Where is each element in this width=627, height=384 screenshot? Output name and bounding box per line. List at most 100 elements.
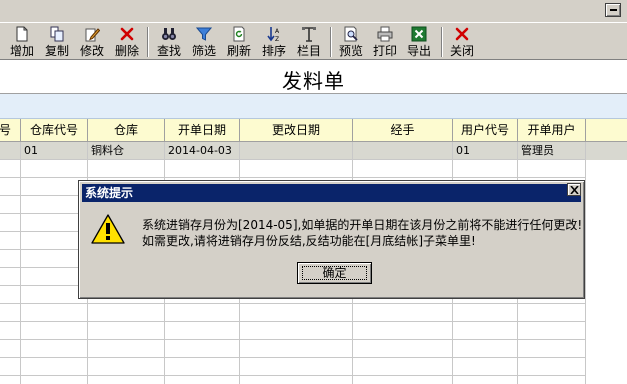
dialog-message: 系统进销存月份为[2014-05],如单据的开单日期在该月份之前将不能进行任何更… [142, 217, 582, 249]
table-cell [353, 160, 453, 178]
warning-icon [91, 214, 125, 244]
close-icon [570, 186, 579, 194]
table-cell [518, 376, 586, 384]
column-header[interactable]: 仓库代号 [21, 119, 88, 142]
column-header[interactable]: 经手 [353, 119, 453, 142]
table-cell [0, 142, 21, 160]
table-cell [0, 340, 21, 358]
page-title-bar: 发料单 [0, 60, 627, 94]
column-header[interactable]: 更改日期 [240, 119, 353, 142]
excel-export-icon [411, 26, 427, 42]
table-cell [21, 160, 88, 178]
columns-icon [302, 27, 316, 42]
table-cell [165, 160, 240, 178]
table-row[interactable] [0, 358, 627, 376]
table-cell [21, 304, 88, 322]
column-header[interactable]: 开单用户 [518, 119, 586, 142]
table-cell [240, 376, 353, 384]
preview-button[interactable]: 预览 [335, 24, 367, 60]
sort-icon: AZ [267, 27, 280, 42]
toolbar-separator [441, 27, 443, 57]
delete-button[interactable]: 删除 [111, 24, 143, 60]
table-cell [21, 358, 88, 376]
columns-label: 栏目 [296, 44, 321, 58]
table-row[interactable]: 01 铜料仓 2014-04-03 01 管理员 [0, 142, 627, 160]
table-cell [518, 304, 586, 322]
table-row[interactable] [0, 340, 627, 358]
table-cell [21, 322, 88, 340]
table-cell [353, 340, 453, 358]
refresh-icon [233, 26, 245, 42]
toolbar: 增加 复制 修改 删除 查找 筛选 刷新 AZ 排序 栏目 预览 打印 导出 关… [0, 22, 627, 60]
print-icon [377, 26, 393, 42]
table-cell [453, 358, 518, 376]
table-cell: 01 [21, 142, 88, 160]
info-strip [0, 94, 627, 119]
binoculars-icon [162, 28, 176, 40]
filter-icon [196, 27, 212, 41]
delete-x-icon [120, 27, 134, 41]
table-cell [165, 376, 240, 384]
edit-button[interactable]: 修改 [76, 24, 108, 60]
dialog-close-button[interactable] [567, 183, 581, 196]
columns-button[interactable]: 栏目 [293, 24, 325, 60]
table-cell [353, 142, 453, 160]
table-cell [353, 322, 453, 340]
sort-label: 排序 [261, 44, 286, 58]
dialog-title: 系统提示 [82, 184, 581, 202]
table-cell [518, 160, 586, 178]
toolbar-separator [330, 27, 332, 57]
table-row[interactable] [0, 304, 627, 322]
column-header[interactable]: 开单日期 [165, 119, 240, 142]
table-cell [0, 178, 21, 196]
table-cell: 2014-04-03 [165, 142, 240, 160]
table-cell [165, 322, 240, 340]
table-row[interactable] [0, 160, 627, 178]
table-cell [453, 340, 518, 358]
filter-label: 筛选 [191, 44, 216, 58]
table-cell [0, 160, 21, 178]
column-header[interactable]: 用户代号 [453, 119, 518, 142]
print-button[interactable]: 打印 [369, 24, 401, 60]
table-cell [0, 304, 21, 322]
filter-button[interactable]: 筛选 [188, 24, 220, 60]
find-button[interactable]: 查找 [153, 24, 185, 60]
close-button[interactable]: 关闭 [446, 24, 478, 60]
table-cell [0, 322, 21, 340]
preview-icon [344, 26, 358, 42]
toolbar-separator [147, 27, 149, 57]
table-cell: 管理员 [518, 142, 586, 160]
table-cell [240, 340, 353, 358]
edit-icon [85, 28, 100, 42]
column-header[interactable]: 仓库 [88, 119, 165, 142]
table-cell [88, 322, 165, 340]
table-cell [453, 322, 518, 340]
sort-button[interactable]: AZ 排序 [258, 24, 290, 60]
table-cell [240, 304, 353, 322]
edit-label: 修改 [79, 44, 104, 58]
table-cell [88, 376, 165, 384]
table-cell [240, 358, 353, 376]
copy-icon [50, 26, 64, 42]
refresh-label: 刷新 [226, 44, 251, 58]
export-label: 导出 [406, 44, 431, 58]
table-row[interactable] [0, 322, 627, 340]
column-header[interactable]: 号 [0, 119, 21, 142]
new-doc-icon [16, 26, 28, 42]
copy-button[interactable]: 复制 [41, 24, 73, 60]
minimize-button[interactable] [605, 3, 621, 17]
table-cell [240, 322, 353, 340]
delete-label: 删除 [114, 44, 139, 58]
add-button[interactable]: 增加 [6, 24, 38, 60]
refresh-button[interactable]: 刷新 [223, 24, 255, 60]
copy-label: 复制 [44, 44, 69, 58]
svg-text:A: A [275, 28, 280, 35]
ok-button[interactable]: 确定 [297, 262, 372, 284]
ok-label: 确定 [322, 266, 347, 280]
table-cell [0, 214, 21, 232]
table-cell [165, 358, 240, 376]
table-row[interactable] [0, 376, 627, 384]
table-cell [353, 304, 453, 322]
export-button[interactable]: 导出 [403, 24, 435, 60]
dialog-message-line: 如需更改,请将进销存月份反结,反结功能在[月底结帐]子菜单里! [142, 234, 476, 248]
